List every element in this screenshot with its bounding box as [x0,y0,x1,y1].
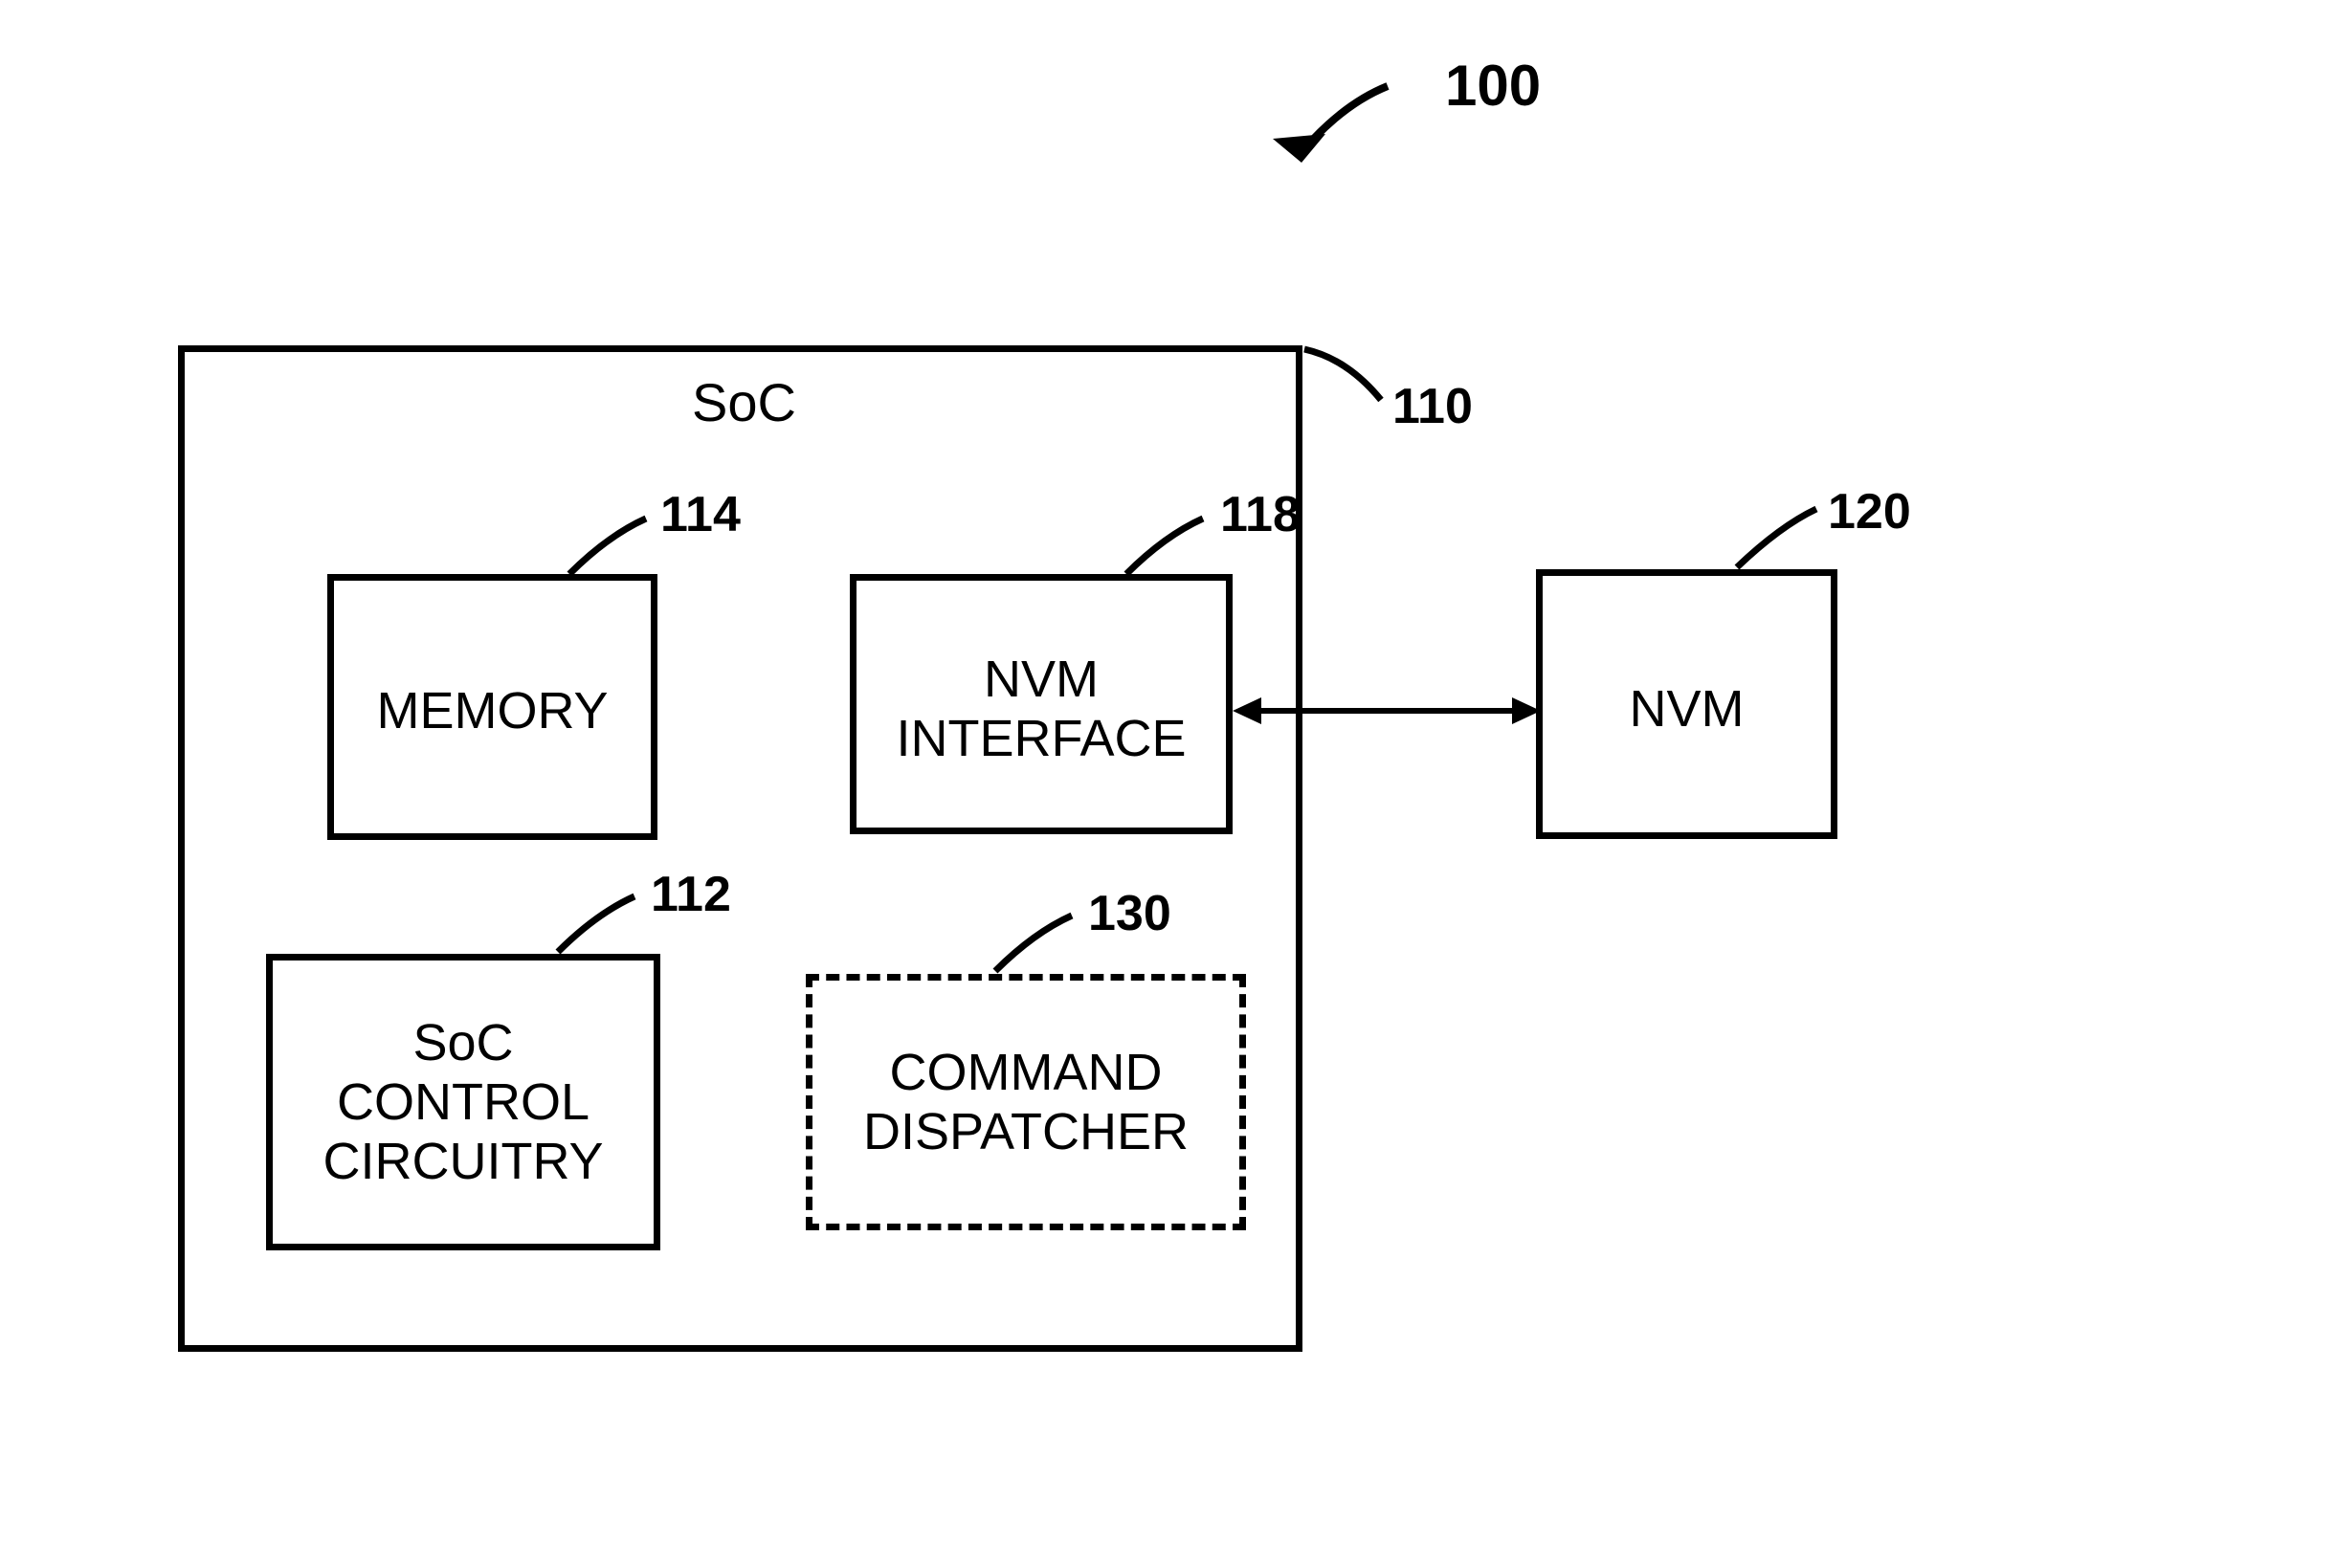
main-ref-label: 100 [1445,53,1541,119]
command-dispatcher-label: COMMAND DISPATCHER [812,1043,1239,1161]
memory-label: MEMORY [334,681,651,740]
soc-control-label: SoC CONTROL CIRCUITRY [273,1013,654,1191]
memory-ref-label: 114 [660,486,741,543]
soc-ref-leader [1300,344,1395,421]
soc-ref-label: 110 [1392,378,1473,435]
nvm-interface-label: NVM INTERFACE [857,650,1226,768]
soc-title: SoC [692,371,796,433]
nvm-connector-arrow-left [1233,697,1261,724]
nvm-interface-box: NVM INTERFACE [850,574,1233,834]
nvm-interface-ref-label: 118 [1220,486,1301,543]
nvm-ref-leader [1732,497,1828,572]
soc-control-box: SoC CONTROL CIRCUITRY [266,954,660,1250]
nvm-ref-label: 120 [1828,483,1911,541]
nvm-connector-arrow-right [1512,697,1541,724]
nvm-box: NVM [1536,569,1837,839]
main-ref-arrow [1244,67,1435,182]
memory-box: MEMORY [327,574,657,840]
soc-control-ref-label: 112 [651,866,731,923]
nvm-label: NVM [1543,679,1831,739]
nvm-connector-line [1254,708,1522,714]
command-dispatcher-ref-label: 130 [1088,885,1171,942]
command-dispatcher-box: COMMAND DISPATCHER [806,974,1246,1230]
